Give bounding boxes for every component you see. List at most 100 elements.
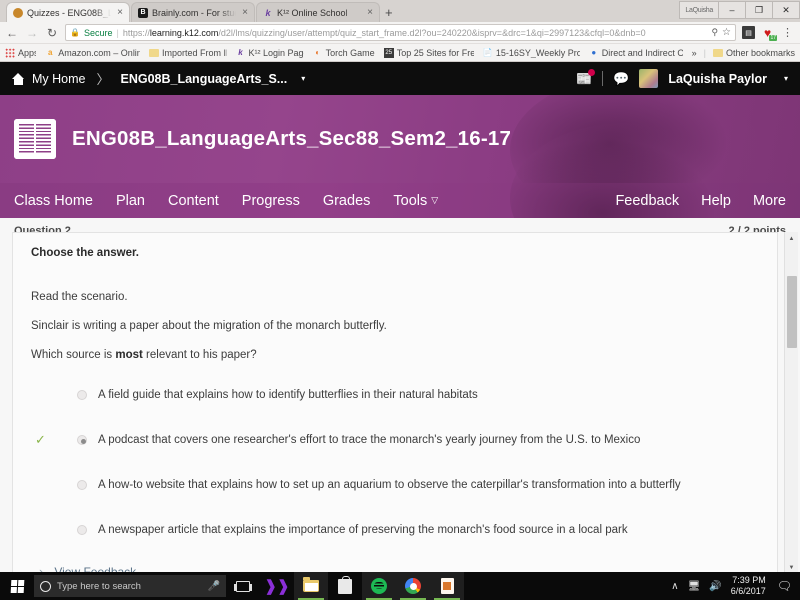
forward-icon: → [26, 25, 38, 40]
prompt-post: relevant to his paper? [142, 349, 257, 361]
news-alerts-icon[interactable]: 📰 [576, 68, 596, 87]
answer-option[interactable]: ✓ A podcast that covers one researcher's… [31, 429, 759, 451]
bookmarks-bar: Apps a Amazon.com – Online Imported From… [0, 44, 800, 62]
action-center-icon[interactable]: 🗨 [777, 579, 792, 593]
microsoft-store-icon[interactable] [328, 572, 362, 600]
inner-scrollbar[interactable]: ▲ ▼ [784, 232, 798, 574]
search-input[interactable]: Type here to search 🎤 [34, 575, 226, 597]
window-controls: LaQuisha – ❐ ✕ [679, 0, 800, 20]
bookmark-label: Direct and Indirect Ob [601, 47, 683, 58]
prompt-pre: Which source is [31, 349, 116, 361]
window-user-label[interactable]: LaQuisha [679, 1, 719, 19]
close-window-icon[interactable]: ✕ [772, 1, 800, 19]
bookmarks-overflow-icon[interactable]: » [692, 48, 697, 58]
correct-check-icon: ✓ [35, 432, 46, 447]
chevron-down-icon[interactable]: ▾ [784, 74, 788, 83]
my-home-label: My Home [32, 71, 86, 86]
alert-badge [588, 68, 596, 76]
url-text: https://learning.k12.com/d2l/lms/quizzin… [123, 28, 646, 38]
reload-icon[interactable]: ↻ [45, 26, 59, 40]
answer-option[interactable]: A field guide that explains how to ident… [31, 384, 759, 406]
course-breadcrumb-selector[interactable]: ENG08B_LanguageArts_S... ▾ [121, 72, 306, 86]
radio-button[interactable] [77, 480, 87, 490]
breadcrumb-course-label: ENG08B_LanguageArts_S... [120, 71, 288, 86]
user-name-label[interactable]: LaQuisha Paylor [668, 72, 767, 86]
nav-grades[interactable]: Grades [323, 193, 371, 209]
message-icon[interactable]: 💬 [613, 71, 629, 87]
nav-plan[interactable]: Plan [116, 193, 145, 209]
back-icon[interactable]: ← [5, 26, 19, 40]
avatar[interactable] [639, 69, 659, 88]
task-view-icon[interactable] [226, 572, 260, 600]
answer-option-label: A newspaper article that explains the im… [98, 524, 628, 536]
scrollbar-thumb[interactable] [787, 276, 797, 348]
bookmark-k12-login[interactable]: k K¹² Login Page [236, 47, 304, 58]
volume-icon[interactable]: 🔊 [709, 581, 721, 592]
nav-more[interactable]: More [753, 193, 786, 209]
nav-tools[interactable]: Tools ▽ [393, 193, 438, 209]
nav-class-home[interactable]: Class Home [14, 193, 93, 209]
my-home-link[interactable]: My Home [12, 72, 85, 86]
bookmark-label: 15-16SY_Weekly Prog [495, 47, 580, 58]
bookmark-top-25-sites[interactable]: 25 Top 25 Sites for Free [383, 47, 474, 58]
magnifier-icon[interactable]: ⚲ [707, 27, 718, 38]
bookmarks-right-group: » | Other bookmarks [692, 48, 795, 58]
bookmarks-divider: | [703, 47, 706, 58]
reader-extension-icon[interactable]: ▤ [742, 26, 755, 39]
answer-option[interactable]: A newspaper article that explains the im… [31, 519, 759, 541]
chrome-icon[interactable] [396, 572, 430, 600]
maximize-icon[interactable]: ❐ [745, 1, 773, 19]
radio-button[interactable] [77, 390, 87, 400]
secure-label: Secure [83, 27, 113, 38]
bookmark-label: K¹² Login Page [248, 47, 304, 58]
bookmark-amazon[interactable]: a Amazon.com – Online [45, 48, 140, 58]
page-title: ENG08B_LanguageArts_Sec88_Sem2_16-17 [72, 127, 512, 150]
browser-tab-k12[interactable]: k K¹² Online School × [256, 2, 380, 22]
radio-button-selected[interactable] [77, 435, 87, 445]
doc-icon: 📄 [482, 48, 493, 57]
file-explorer-icon[interactable] [294, 572, 328, 600]
nav-progress[interactable]: Progress [242, 193, 300, 209]
adblock-shield-icon[interactable]: ♥ 17 [761, 26, 777, 41]
address-bar[interactable]: 🔒 Secure | https://learning.k12.com/d2l/… [65, 24, 736, 41]
microphone-icon[interactable]: 🎤 [208, 581, 220, 592]
tray-overflow-icon[interactable]: ∧ [671, 581, 678, 592]
nav-content[interactable]: Content [168, 193, 219, 209]
edge-icon[interactable]: ❱❱ [260, 572, 294, 600]
radio-button[interactable] [77, 525, 87, 535]
close-icon[interactable]: × [240, 7, 250, 18]
new-tab-button[interactable]: + [385, 5, 393, 20]
scroll-up-icon[interactable]: ▲ [785, 232, 798, 245]
network-icon[interactable]: 🖥 [688, 581, 701, 592]
answer-option[interactable]: A how-to website that explains how to se… [31, 474, 759, 496]
apps-grid-icon [5, 47, 15, 58]
bookmark-apps[interactable]: Apps [5, 47, 36, 58]
spotify-icon[interactable] [362, 572, 396, 600]
bookmark-weekly-progress[interactable]: 📄 15-16SY_Weekly Prog [483, 48, 580, 58]
url-path: /d2l/lms/quizzing/user/attempt/quiz_star… [218, 27, 646, 38]
close-icon[interactable]: × [115, 7, 125, 18]
other-bookmarks-folder[interactable]: Other bookmarks [712, 48, 795, 58]
prompt-emphasis: most [115, 349, 143, 361]
browser-tab-quizzes[interactable]: Quizzes - ENG08B_Langu × [6, 2, 130, 22]
adblock-badge: 17 [769, 35, 777, 41]
breadcrumb-separator: 〉 [96, 72, 110, 87]
url-domain: learning.k12.com [149, 27, 219, 38]
minimize-icon[interactable]: – [718, 1, 746, 19]
browser-tab-brainly[interactable]: B Brainly.com - For student × [131, 2, 255, 22]
answer-option-label: A field guide that explains how to ident… [98, 389, 478, 401]
question-header: Question 2 2 / 2 points [0, 218, 800, 232]
star-icon[interactable]: ☆ [722, 27, 731, 38]
windows-start-icon[interactable] [0, 572, 34, 600]
nav-feedback[interactable]: Feedback [615, 193, 679, 209]
pdf-reader-icon[interactable] [430, 572, 464, 600]
bookmark-direct-indirect-objects[interactable]: ● Direct and Indirect Ob [589, 47, 683, 58]
bookmark-imported-from-ie[interactable]: Imported From IE [149, 48, 227, 58]
bookmark-torch-games[interactable]: ◐ Torch Games [313, 48, 375, 58]
system-tray: ∧ 🖥 🔊 7:39 PM 6/6/2017 🗨 [671, 575, 800, 597]
browser-menu-icon[interactable]: ⋮ [780, 26, 795, 39]
close-icon[interactable]: × [365, 7, 375, 18]
taskbar-clock[interactable]: 7:39 PM 6/6/2017 [731, 575, 766, 597]
nav-help[interactable]: Help [701, 193, 731, 209]
cortana-circle-icon [40, 580, 51, 592]
